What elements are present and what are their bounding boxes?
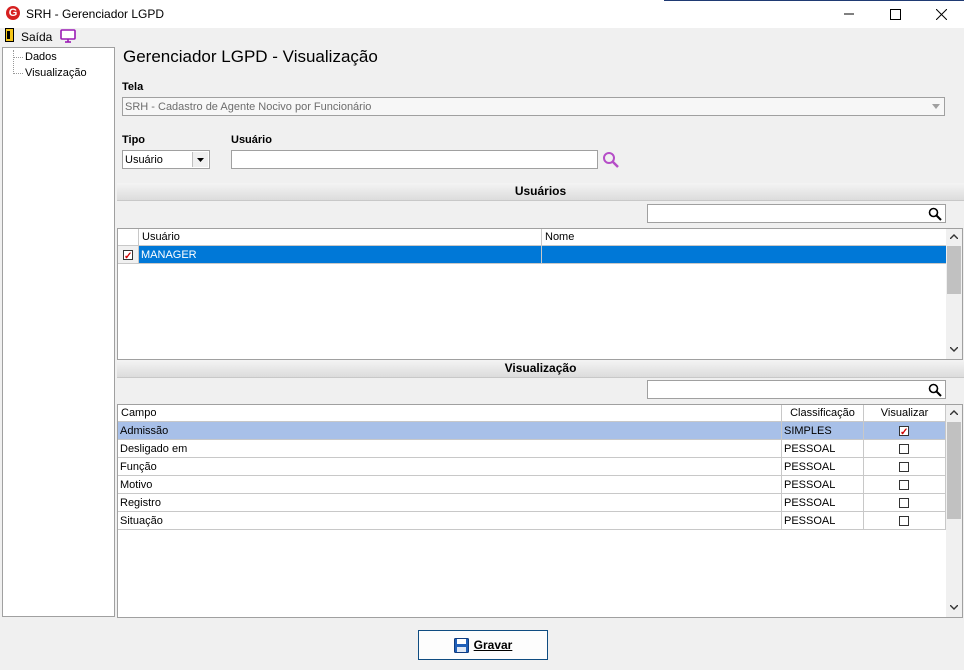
view-grid-header-classificacao[interactable]: Classificação — [782, 405, 864, 422]
visualizar-checkbox[interactable] — [899, 424, 909, 439]
campo-cell: Motivo — [118, 476, 782, 494]
tipo-select-value: Usuário — [125, 154, 163, 166]
exit-button-label[interactable]: Saída — [21, 30, 52, 44]
table-row[interactable]: Registro PESSOAL — [118, 494, 946, 512]
scrollbar-thumb[interactable] — [947, 246, 961, 294]
visualizar-cell[interactable] — [864, 476, 946, 494]
view-search-input[interactable] — [647, 380, 946, 399]
users-grid-header-usuario[interactable]: Usuário — [139, 229, 542, 246]
visualizar-cell[interactable] — [864, 458, 946, 476]
search-icon[interactable] — [602, 151, 620, 169]
campo-cell: Desligado em — [118, 440, 782, 458]
table-row[interactable]: Função PESSOAL — [118, 458, 946, 476]
view-section-header: Visualização — [117, 360, 964, 378]
chevron-down-icon[interactable] — [950, 605, 958, 610]
chevron-down-icon[interactable] — [927, 98, 944, 115]
users-grid-scrollbar[interactable] — [946, 229, 962, 359]
nome-cell — [542, 246, 947, 264]
tree-connector — [14, 73, 23, 74]
page-title: Gerenciador LGPD - Visualização — [123, 47, 378, 66]
visualizar-checkbox[interactable] — [899, 498, 909, 508]
navigation-tree: Dados Visualização — [2, 47, 115, 617]
chevron-down-icon[interactable] — [192, 152, 208, 167]
usuario-cell: MANAGER — [139, 246, 542, 264]
visualizar-checkbox[interactable] — [899, 516, 909, 526]
monitor-icon[interactable] — [60, 29, 76, 43]
campo-cell: Admissão — [118, 422, 782, 440]
users-grid-header-nome[interactable]: Nome — [542, 229, 947, 246]
table-row[interactable]: Desligado em PESSOAL — [118, 440, 946, 458]
visualizar-cell[interactable] — [864, 494, 946, 512]
table-row[interactable]: Situação PESSOAL — [118, 512, 946, 530]
scrollbar-thumb[interactable] — [947, 422, 961, 519]
window-title: SRH - Gerenciador LGPD — [26, 7, 165, 21]
minimize-icon — [844, 13, 854, 15]
toolbar — [0, 28, 964, 46]
campo-cell: Função — [118, 458, 782, 476]
view-grid-scrollbar[interactable] — [946, 405, 962, 617]
visualizar-cell[interactable] — [864, 512, 946, 530]
view-grid-header-visualizar[interactable]: Visualizar — [864, 405, 946, 422]
close-button[interactable] — [918, 0, 964, 28]
table-row[interactable]: Motivo PESSOAL — [118, 476, 946, 494]
maximize-icon — [889, 8, 901, 20]
chevron-down-icon[interactable] — [950, 347, 958, 352]
chevron-up-icon[interactable] — [950, 234, 958, 239]
save-button[interactable]: Gravar — [418, 630, 548, 660]
tela-select-value: SRH - Cadastro de Agente Nocivo por Func… — [125, 101, 372, 113]
visualizar-checkbox[interactable] — [899, 462, 909, 472]
visualizar-checkbox[interactable] — [899, 480, 909, 490]
tree-connector — [13, 50, 14, 74]
tree-item-dados[interactable]: Dados — [25, 51, 57, 63]
minimize-button[interactable] — [826, 0, 872, 28]
users-search-input[interactable] — [647, 204, 946, 223]
classificacao-cell: PESSOAL — [782, 440, 864, 458]
visualizar-cell[interactable] — [864, 422, 946, 440]
users-grid: Usuário Nome MANAGER — [117, 228, 963, 360]
tree-item-visualizacao[interactable]: Visualização — [25, 67, 87, 79]
door-exit-icon[interactable] — [5, 28, 14, 42]
classificacao-cell: PESSOAL — [782, 458, 864, 476]
classificacao-cell: SIMPLES — [782, 422, 864, 440]
classificacao-cell: PESSOAL — [782, 512, 864, 530]
row-check-cell[interactable] — [118, 246, 139, 264]
tree-connector — [14, 57, 23, 58]
row-checkbox[interactable] — [123, 248, 133, 263]
tela-label: Tela — [122, 81, 144, 93]
campo-cell: Situação — [118, 512, 782, 530]
chevron-up-icon[interactable] — [950, 410, 958, 415]
view-grid-header-campo[interactable]: Campo — [118, 405, 782, 422]
app-logo-icon: G — [6, 6, 20, 20]
save-button-label: Gravar — [473, 638, 513, 652]
visualizar-checkbox[interactable] — [899, 444, 909, 454]
visualizar-cell[interactable] — [864, 440, 946, 458]
tipo-select[interactable]: Usuário — [122, 150, 210, 169]
table-row[interactable]: MANAGER — [118, 246, 947, 264]
usuario-input[interactable] — [231, 150, 598, 169]
search-icon[interactable] — [928, 383, 942, 397]
tipo-label: Tipo — [122, 134, 146, 146]
close-icon — [935, 8, 947, 20]
floppy-disk-icon — [453, 637, 469, 653]
maximize-button[interactable] — [872, 0, 918, 28]
campo-cell: Registro — [118, 494, 782, 512]
classificacao-cell: PESSOAL — [782, 476, 864, 494]
search-icon[interactable] — [928, 207, 942, 221]
table-row[interactable]: Admissão SIMPLES — [118, 422, 946, 440]
tela-select[interactable]: SRH - Cadastro de Agente Nocivo por Func… — [122, 97, 945, 116]
classificacao-cell: PESSOAL — [782, 494, 864, 512]
view-grid: Campo Classificação Visualizar Admissão … — [117, 404, 963, 618]
users-grid-header-check — [118, 229, 139, 246]
users-section-header: Usuários — [117, 183, 964, 201]
usuario-label: Usuário — [231, 134, 272, 146]
